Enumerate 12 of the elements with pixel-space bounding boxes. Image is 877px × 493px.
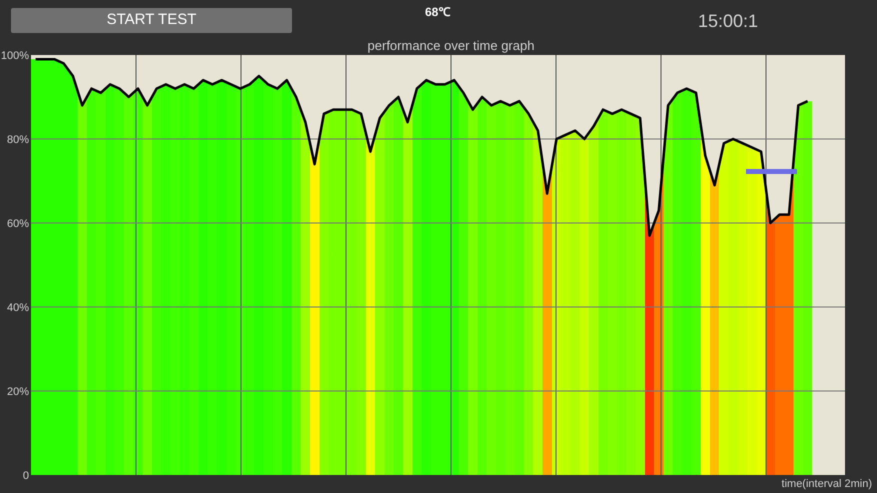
- temperature-text: 68℃: [425, 4, 450, 21]
- chart-title: performance over time graph: [368, 40, 534, 53]
- y-tick-label: 80%: [6, 134, 29, 146]
- timer-text: 15:00:1: [698, 10, 758, 33]
- marker-drawing: [746, 169, 797, 174]
- y-tick-label: 100%: [0, 50, 29, 62]
- y-tick-label: 20%: [6, 386, 29, 398]
- y-tick-label: 40%: [6, 302, 29, 314]
- x-axis-label: time(interval 2min): [782, 478, 872, 490]
- y-tick-label: 60%: [6, 218, 29, 230]
- y-tick-label: 0: [22, 470, 29, 482]
- start-test-button[interactable]: START TEST: [11, 8, 292, 32]
